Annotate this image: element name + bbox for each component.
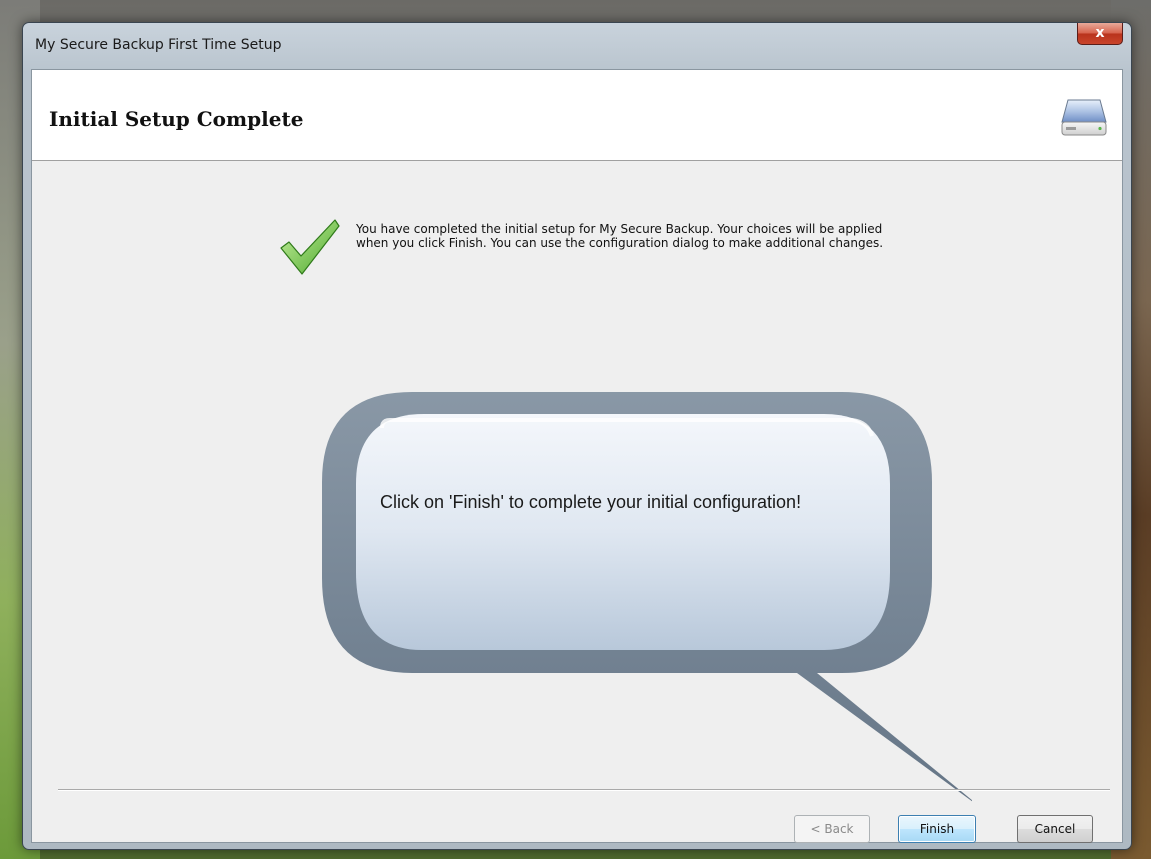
footer-separator	[58, 789, 1110, 791]
window-title: My Secure Backup First Time Setup	[35, 37, 282, 53]
page-title: Initial Setup Complete	[49, 107, 304, 131]
completion-message: You have completed the initial setup for…	[356, 222, 884, 250]
title-bar[interactable]: My Secure Backup First Time Setup x	[23, 23, 1131, 69]
close-button[interactable]: x	[1077, 23, 1123, 45]
callout-bubble	[322, 392, 972, 802]
cancel-button[interactable]: Cancel	[1017, 815, 1093, 843]
setup-window: My Secure Backup First Time Setup x Init…	[22, 22, 1132, 850]
checkmark-icon	[280, 219, 340, 275]
dialog-client-area: Initial Setup Complete You have complete…	[31, 69, 1123, 843]
callout-text: Click on 'Finish' to complete your initi…	[380, 492, 802, 512]
drive-icon	[1061, 99, 1107, 136]
close-icon: x	[1095, 25, 1105, 41]
back-button[interactable]: < Back	[794, 815, 870, 843]
finish-button[interactable]: Finish	[898, 815, 976, 843]
header-panel: Initial Setup Complete	[32, 70, 1122, 161]
